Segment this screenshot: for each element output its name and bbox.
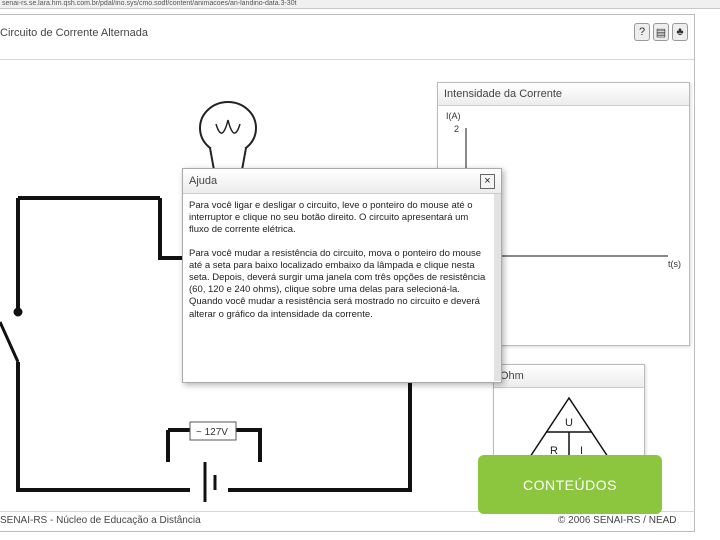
toolbar-icons: ? ▤ ♣ [634, 23, 688, 41]
title-divider [0, 59, 694, 60]
app-title: Circuito de Corrente Alternada [0, 27, 148, 39]
tree-icon[interactable]: ♣ [672, 23, 688, 41]
book-icon[interactable]: ▤ [653, 23, 669, 41]
dialog-title: Ajuda [189, 175, 218, 187]
footer-institution: SENAI-RS - Núcleo de Educação a Distânci… [0, 515, 201, 526]
battery-icon [203, 462, 217, 502]
footer-copyright: © 2006 SENAI-RS / NEAD [558, 515, 677, 526]
contents-button[interactable]: CONTEÚDOS [478, 455, 662, 514]
chart-title: Intensidade da Corrente [438, 83, 689, 106]
help-icon[interactable]: ? [634, 23, 650, 41]
ohm-voltage: U [565, 417, 573, 429]
y-axis-label: I(A) [446, 111, 461, 121]
source-label: ~ 127V [196, 427, 228, 438]
y-tick-label: 2 [454, 124, 459, 134]
browser-address-bar[interactable]: senai-rs.se.lara.hm.qsh.com.br/pdal/ino.… [0, 0, 720, 9]
help-paragraph-2: Para você mudar a resistência do circuit… [189, 247, 486, 320]
help-paragraph-1: Para você ligar e desligar o circuito, l… [189, 200, 473, 236]
ohm-panel-title: Ohm [494, 365, 644, 388]
close-icon[interactable]: × [480, 174, 495, 189]
lamp-icon[interactable] [199, 101, 257, 171]
help-dialog: Ajuda × Para você ligar e desligar o cir… [182, 168, 502, 383]
circuit-wire-lamp [158, 198, 182, 260]
switch-lever[interactable] [0, 307, 23, 363]
dialog-title-bar[interactable]: Ajuda × [183, 169, 501, 194]
circuit-wire-bottom-left [16, 362, 190, 492]
dialog-body: Para você ligar e desligar o circuito, l… [183, 194, 501, 381]
x-axis-label: t(s) [668, 259, 681, 269]
